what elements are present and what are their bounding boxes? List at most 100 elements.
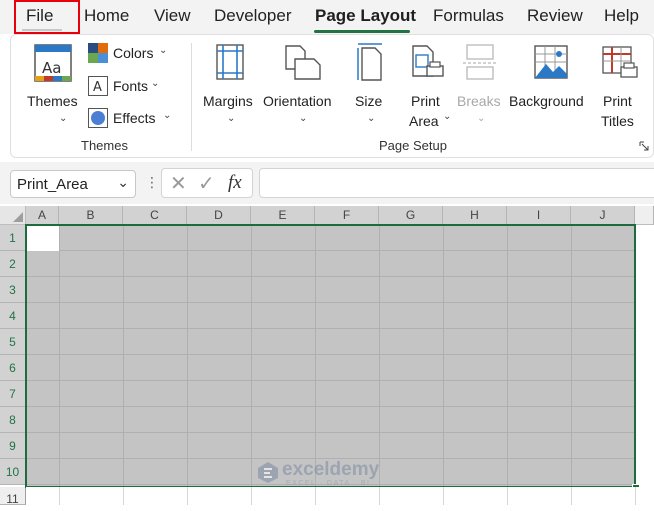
group-divider (191, 43, 192, 151)
row-header-9[interactable]: 9 (0, 433, 26, 459)
column-header-a[interactable]: A (26, 206, 59, 225)
chevron-down-icon: ⌄ (59, 113, 68, 124)
margins-label: Margins (203, 93, 253, 109)
tab-review[interactable]: Review (527, 6, 583, 26)
row-header-10[interactable]: 10 (0, 459, 26, 485)
svg-text:Aa: Aa (42, 59, 61, 77)
effects-icon (88, 108, 108, 128)
themes-label: Themes (27, 93, 78, 109)
background-button[interactable]: Background (509, 41, 593, 127)
print-titles-label-line2: Titles (601, 113, 634, 129)
select-all-button[interactable] (0, 206, 26, 225)
insert-function-icon[interactable]: fx (228, 172, 242, 194)
select-all-triangle-icon (13, 212, 23, 222)
tab-formulas[interactable]: Formulas (433, 6, 504, 26)
watermark-name: exceldemy (282, 459, 380, 480)
size-button[interactable]: Size ⌄ (349, 41, 395, 127)
fonts-button[interactable]: A Fonts ⌄ (87, 75, 183, 99)
formula-input[interactable] (259, 168, 654, 198)
print-titles-icon (602, 46, 638, 78)
svg-text:A: A (93, 80, 102, 95)
row-header-6[interactable]: 6 (0, 355, 26, 381)
watermark-tagline: EXCEL · DATA · BI (286, 480, 371, 487)
dialog-launcher-icon[interactable] (639, 141, 649, 151)
chevron-down-icon: ⌄ (477, 113, 486, 124)
breaks-button[interactable]: Breaks ⌄ (455, 41, 505, 127)
fonts-label: Fonts (113, 78, 149, 94)
row-header-1[interactable]: 1 (0, 225, 26, 251)
colors-button[interactable]: Colors ⌄ (87, 42, 183, 66)
column-header-c[interactable]: C (123, 206, 187, 225)
active-tab-indicator (314, 30, 410, 33)
formula-buttons: ✕ ✓ fx (161, 168, 253, 198)
themes-icon: Aa (34, 44, 72, 82)
print-area-icon (412, 45, 444, 77)
background-icon (534, 45, 568, 79)
file-tab-highlight-box (14, 0, 80, 34)
formula-bar-area: Print_Area ⌄ ⋮ ✕ ✓ fx (0, 162, 654, 204)
margins-icon (216, 44, 244, 80)
chevron-down-icon: ⌄ (163, 110, 172, 121)
breaks-icon (463, 44, 497, 80)
tab-home[interactable]: Home (84, 6, 129, 26)
more-options-icon[interactable]: ⋮ (145, 174, 159, 191)
column-header-d[interactable]: D (187, 206, 251, 225)
margins-button[interactable]: Margins ⌄ (201, 41, 259, 127)
print-titles-button[interactable]: Print Titles (597, 41, 645, 129)
row-header-4[interactable]: 4 (0, 303, 26, 329)
row-header-2[interactable]: 2 (0, 251, 26, 277)
exceldemy-watermark: exceldemy EXCEL · DATA · BI (256, 458, 406, 487)
themes-group-label: Themes (81, 138, 128, 153)
row-header-8[interactable]: 8 (0, 407, 26, 433)
row-header-11[interactable]: 11 (0, 487, 26, 506)
enter-icon[interactable]: ✓ (198, 171, 215, 196)
exceldemy-logo-icon (258, 462, 278, 483)
themes-button[interactable]: Aa Themes ⌄ (23, 41, 83, 127)
column-header-k-partial[interactable] (635, 206, 654, 225)
worksheet-grid: A B C D E F G H I J 1 2 3 4 5 6 7 8 9 10… (0, 206, 654, 506)
cancel-icon[interactable]: ✕ (170, 171, 187, 196)
row-header-7[interactable]: 7 (0, 381, 26, 407)
tab-page-layout[interactable]: Page Layout (315, 6, 416, 26)
column-header-b[interactable]: B (59, 206, 123, 225)
column-header-j[interactable]: J (571, 206, 635, 225)
print-area-label-line1: Print (411, 93, 440, 109)
print-area-button[interactable]: Print Area ⌄ (403, 41, 451, 129)
effects-button[interactable]: Effects ⌄ (87, 107, 183, 131)
row-11-cells[interactable] (26, 487, 654, 505)
name-box-value: Print_Area (17, 176, 88, 193)
column-header-f[interactable]: F (315, 206, 379, 225)
column-header-h[interactable]: H (443, 206, 507, 225)
size-icon (357, 43, 382, 81)
selection-border (25, 224, 636, 488)
orientation-label: Orientation (263, 93, 332, 109)
tab-developer[interactable]: Developer (214, 6, 292, 26)
chevron-down-icon: ⌄ (151, 78, 160, 89)
size-label: Size (355, 93, 383, 109)
chevron-down-icon: ⌄ (367, 113, 376, 124)
fonts-icon: A (88, 76, 108, 96)
row-header-5[interactable]: 5 (0, 329, 26, 355)
colors-icon (88, 43, 108, 63)
tab-view[interactable]: View (154, 6, 191, 26)
print-area-label-line2: Area (409, 113, 439, 129)
ribbon-page-layout: Aa Themes ⌄ Colors ⌄ A Fonts ⌄ Effects ⌄… (10, 34, 654, 158)
column-header-g[interactable]: G (379, 206, 443, 225)
orientation-icon (285, 45, 321, 80)
tab-help[interactable]: Help (604, 6, 639, 26)
effects-label: Effects (113, 110, 156, 126)
chevron-down-icon: ⌄ (299, 113, 308, 124)
menu-bar: File Home View Developer Page Layout For… (0, 0, 654, 34)
column-header-i[interactable]: I (507, 206, 571, 225)
name-box[interactable]: Print_Area ⌄ (10, 170, 136, 198)
chevron-down-icon[interactable]: ⌄ (117, 174, 129, 191)
page-setup-group-label: Page Setup (379, 138, 447, 153)
breaks-label: Breaks (457, 93, 501, 109)
print-titles-label-line1: Print (603, 93, 632, 109)
column-header-e[interactable]: E (251, 206, 315, 225)
colors-label: Colors (113, 45, 154, 61)
row-header-3[interactable]: 3 (0, 277, 26, 303)
chevron-down-icon: ⌄ (159, 45, 168, 56)
background-label: Background (509, 93, 584, 109)
orientation-button[interactable]: Orientation ⌄ (263, 41, 343, 127)
